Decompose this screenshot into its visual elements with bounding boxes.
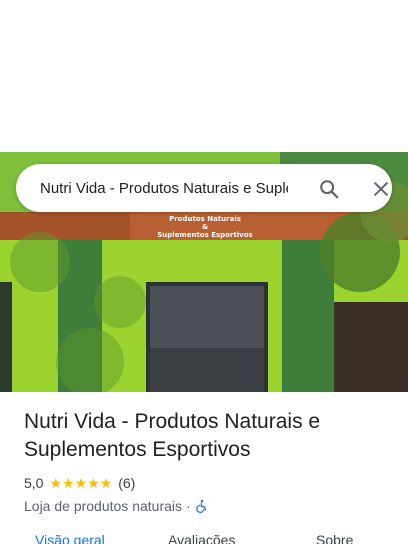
store-sign-line2: & <box>201 223 209 231</box>
rating-row[interactable]: 5,0 ★★★★★ (6) <box>24 474 394 492</box>
separator-dot: · <box>186 498 191 514</box>
search-bar[interactable]: Nutri Vida - Produtos Naturais e Supleme… <box>16 164 392 212</box>
place-category[interactable]: Loja de produtos naturais <box>24 498 182 514</box>
search-input[interactable]: Nutri Vida - Produtos Naturais e Supleme… <box>40 180 288 197</box>
clear-search-button[interactable] <box>368 176 394 202</box>
star-rating-icon: ★★★★★ <box>49 475 113 491</box>
store-sign-line3: Suplementos Esportivos <box>157 231 253 239</box>
category-row: Loja de produtos naturais · <box>24 498 394 514</box>
tab-reviews[interactable]: Avaliações <box>168 532 235 544</box>
search-button[interactable] <box>316 176 342 202</box>
tab-about[interactable]: Sobre <box>316 532 353 544</box>
store-sign-line1: Produtos Naturais <box>169 215 241 223</box>
review-count: (6) <box>118 475 136 491</box>
store-sign: Produtos Naturais & Suplementos Esportiv… <box>150 215 260 239</box>
tab-overview[interactable]: Visão geral <box>35 532 105 544</box>
place-title: Nutri Vida - Produtos Naturais e Supleme… <box>24 410 321 461</box>
rating-value: 5,0 <box>24 475 44 491</box>
place-info: Nutri Vida - Produtos Naturais e Supleme… <box>24 408 394 514</box>
wheelchair-accessible-icon[interactable] <box>195 499 209 513</box>
map-blank-area <box>0 0 408 152</box>
place-tabs: Visão geral Avaliações Sobre <box>0 528 408 544</box>
search-icon <box>320 180 339 199</box>
close-icon <box>374 182 388 196</box>
